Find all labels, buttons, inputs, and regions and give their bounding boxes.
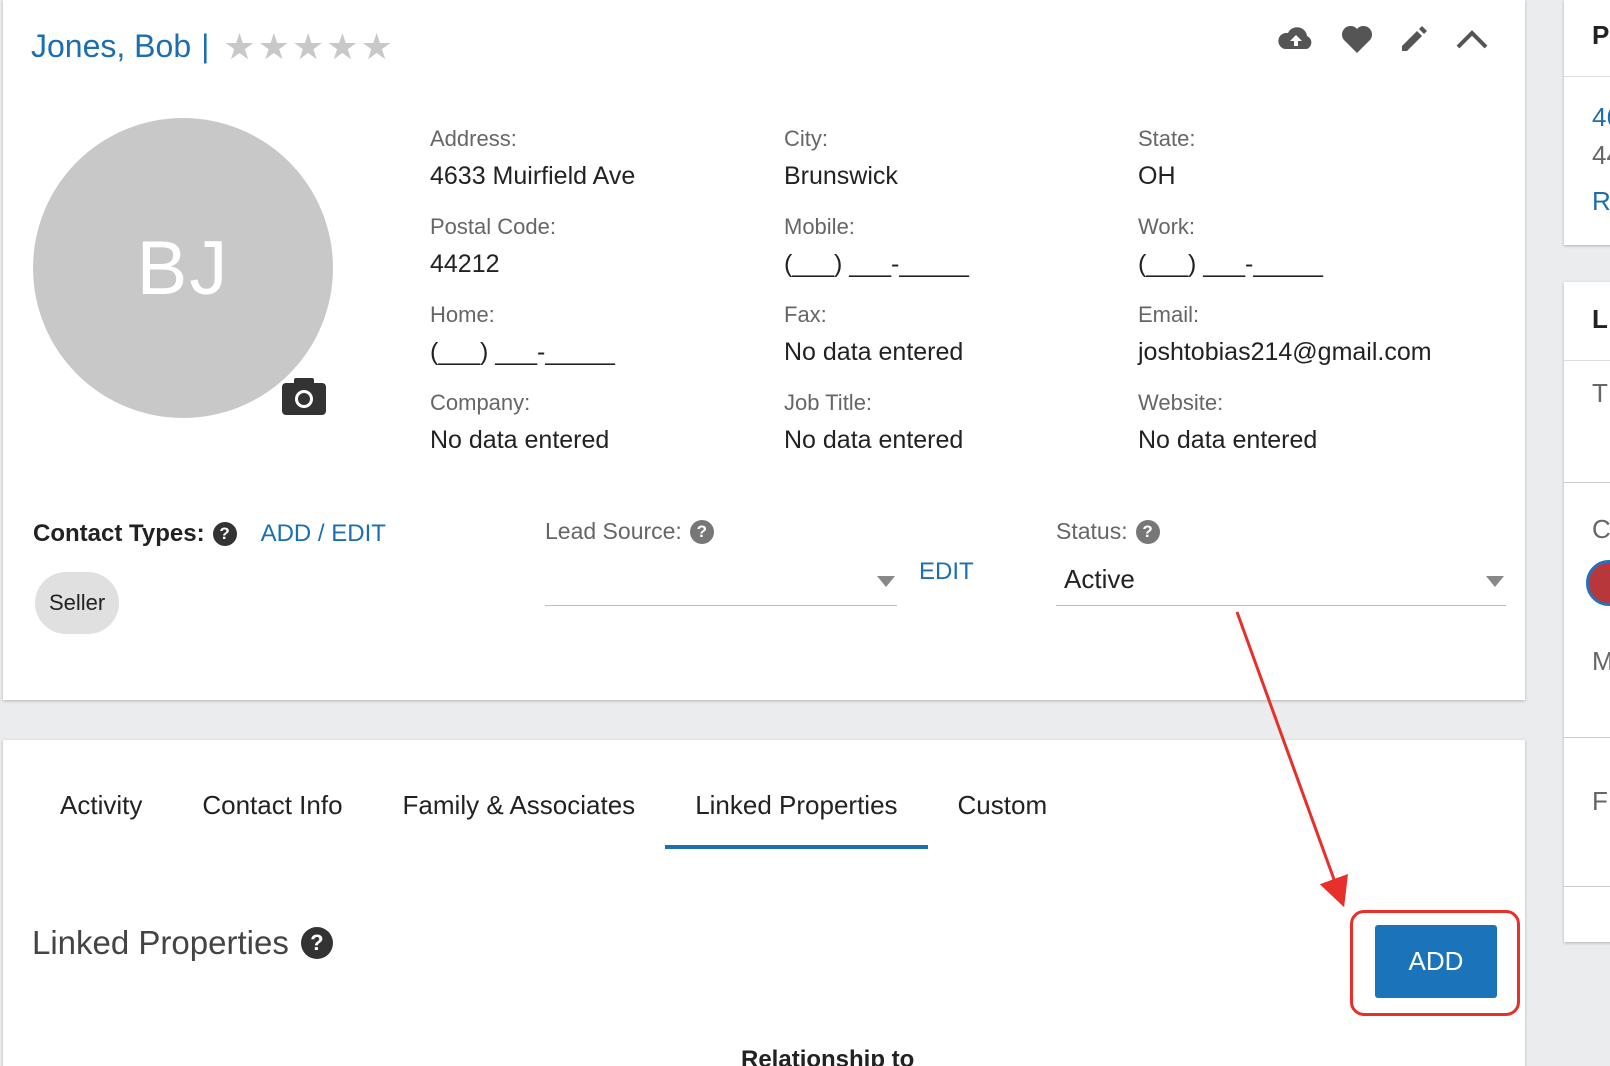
linked-properties-heading: Linked Properties ? (32, 924, 333, 962)
star-rating[interactable]: ★ ★ ★ ★ ★ (223, 28, 393, 65)
status-select[interactable]: Active (1056, 556, 1506, 606)
field-label: Company: (430, 390, 531, 415)
side-field-underline (1564, 886, 1610, 887)
star-icon[interactable]: ★ (223, 28, 255, 65)
contact-actions (1277, 24, 1489, 54)
job-title-field: Job Title: No data entered (784, 390, 963, 455)
side-panel-lead: L T C M F (1564, 282, 1610, 942)
field-value[interactable]: (___) ___-_____ (430, 338, 615, 367)
field-label: City: (784, 126, 828, 151)
status-value: Active (1064, 564, 1135, 594)
tab-custom[interactable]: Custom (928, 770, 1078, 849)
field-value: No data entered (1138, 426, 1318, 454)
tab-contact-info[interactable]: Contact Info (172, 770, 372, 849)
field-label: Work: (1138, 214, 1196, 239)
lead-source-edit-link[interactable]: EDIT (919, 558, 974, 586)
field-label: Postal Code: (430, 214, 556, 239)
side-color-swatch[interactable] (1586, 560, 1610, 606)
field-value: Brunswick (784, 162, 898, 190)
side-field-label: F (1592, 786, 1608, 816)
divider (1564, 76, 1610, 77)
field-value: 44212 (430, 250, 500, 278)
side-field-underline (1564, 482, 1610, 483)
fax-field: Fax: No data entered (784, 302, 963, 367)
side-panel-title: L (1592, 304, 1608, 334)
question-circle-icon[interactable]: ? (689, 519, 714, 544)
avatar-initials: BJ (136, 225, 230, 311)
field-value[interactable]: joshtobias214@gmail.com (1138, 338, 1432, 367)
divider (1564, 360, 1610, 361)
field-value: No data entered (430, 426, 610, 454)
add-edit-contact-types-link[interactable]: ADD / EDIT (261, 520, 386, 548)
company-field: Company: No data entered (430, 390, 609, 455)
camera-icon[interactable] (281, 376, 327, 416)
cloud-upload-icon[interactable] (1277, 24, 1315, 54)
chevron-down-icon[interactable] (1486, 576, 1504, 587)
question-circle-icon[interactable]: ? (1135, 519, 1160, 544)
section-title: Linked Properties (32, 924, 289, 961)
avatar: BJ (33, 118, 333, 418)
field-value[interactable]: (___) ___-_____ (1138, 250, 1323, 279)
lead-source-label: Lead Source: (545, 518, 682, 544)
contact-card: Jones, Bob | ★ ★ ★ ★ ★ BJ Address: 4633 … (3, 0, 1525, 700)
contact-types-label: Contact Types: (33, 520, 205, 547)
status-label: Status: (1056, 518, 1128, 544)
field-label: Address: (430, 126, 517, 151)
postal-code-field: Postal Code: 44212 (430, 214, 556, 279)
contact-types-row: Contact Types: ? ADD / EDIT (33, 520, 386, 548)
lead-source-label-row: Lead Source: ? (545, 518, 714, 545)
star-icon[interactable]: ★ (292, 28, 324, 65)
side-panel-title: P (1592, 20, 1610, 50)
home-field: Home: (___) ___-_____ (430, 302, 615, 367)
pencil-icon[interactable] (1399, 24, 1429, 54)
lead-source-select[interactable] (545, 556, 897, 606)
field-label: State: (1138, 126, 1196, 151)
field-label: Mobile: (784, 214, 855, 239)
side-field-label: M (1592, 646, 1610, 676)
side-field-underline (1564, 737, 1610, 738)
add-linked-property-button[interactable]: ADD (1375, 925, 1497, 998)
field-value: OH (1138, 162, 1176, 190)
contact-tabs: Activity Contact Info Family & Associate… (30, 770, 1077, 849)
chevron-up-icon[interactable] (1455, 28, 1489, 50)
field-label: Job Title: (784, 390, 873, 415)
contact-name[interactable]: Jones, Bob (31, 28, 191, 65)
side-field-label: T (1592, 378, 1608, 408)
star-icon[interactable]: ★ (361, 28, 393, 65)
city-field: City: Brunswick (784, 126, 898, 191)
field-value: No data entered (784, 426, 964, 454)
name-separator: | (201, 28, 210, 64)
tab-family-associates[interactable]: Family & Associates (373, 770, 666, 849)
side-field-label: C (1592, 514, 1610, 544)
column-header-relationship: Relationship to (741, 1046, 915, 1066)
work-field: Work: (___) ___-_____ (1138, 214, 1323, 279)
side-panel-property: P 46 44 Re (1564, 0, 1610, 245)
field-value[interactable]: (___) ___-_____ (784, 250, 969, 279)
question-circle-icon[interactable]: ? (212, 522, 237, 546)
email-field: Email: joshtobias214@gmail.com (1138, 302, 1432, 367)
status-label-row: Status: ? (1056, 518, 1160, 545)
contact-header: Jones, Bob | ★ ★ ★ ★ ★ (31, 28, 393, 65)
side-property-postal: 44 (1592, 140, 1610, 170)
field-label: Fax: (784, 302, 827, 327)
tab-linked-properties[interactable]: Linked Properties (665, 770, 928, 849)
field-value: No data entered (784, 338, 964, 366)
chevron-down-icon[interactable] (877, 576, 895, 587)
star-icon[interactable]: ★ (326, 28, 358, 65)
website-field: Website: No data entered (1138, 390, 1317, 455)
field-label: Email: (1138, 302, 1200, 327)
star-icon[interactable]: ★ (258, 28, 290, 65)
address-field: Address: 4633 Muirfield Ave (430, 126, 635, 191)
heart-icon[interactable] (1341, 24, 1373, 54)
contact-type-chip[interactable]: Seller (35, 572, 120, 634)
state-field: State: OH (1138, 126, 1195, 191)
field-value: 4633 Muirfield Ave (430, 162, 636, 190)
field-label: Home: (430, 302, 495, 327)
mobile-field: Mobile: (___) ___-_____ (784, 214, 969, 279)
side-property-address-link[interactable]: 46 (1592, 102, 1610, 133)
field-label: Website: (1138, 390, 1224, 415)
side-panel-link[interactable]: Re (1592, 186, 1610, 217)
tab-activity[interactable]: Activity (30, 770, 172, 849)
question-circle-icon[interactable]: ? (300, 927, 333, 959)
